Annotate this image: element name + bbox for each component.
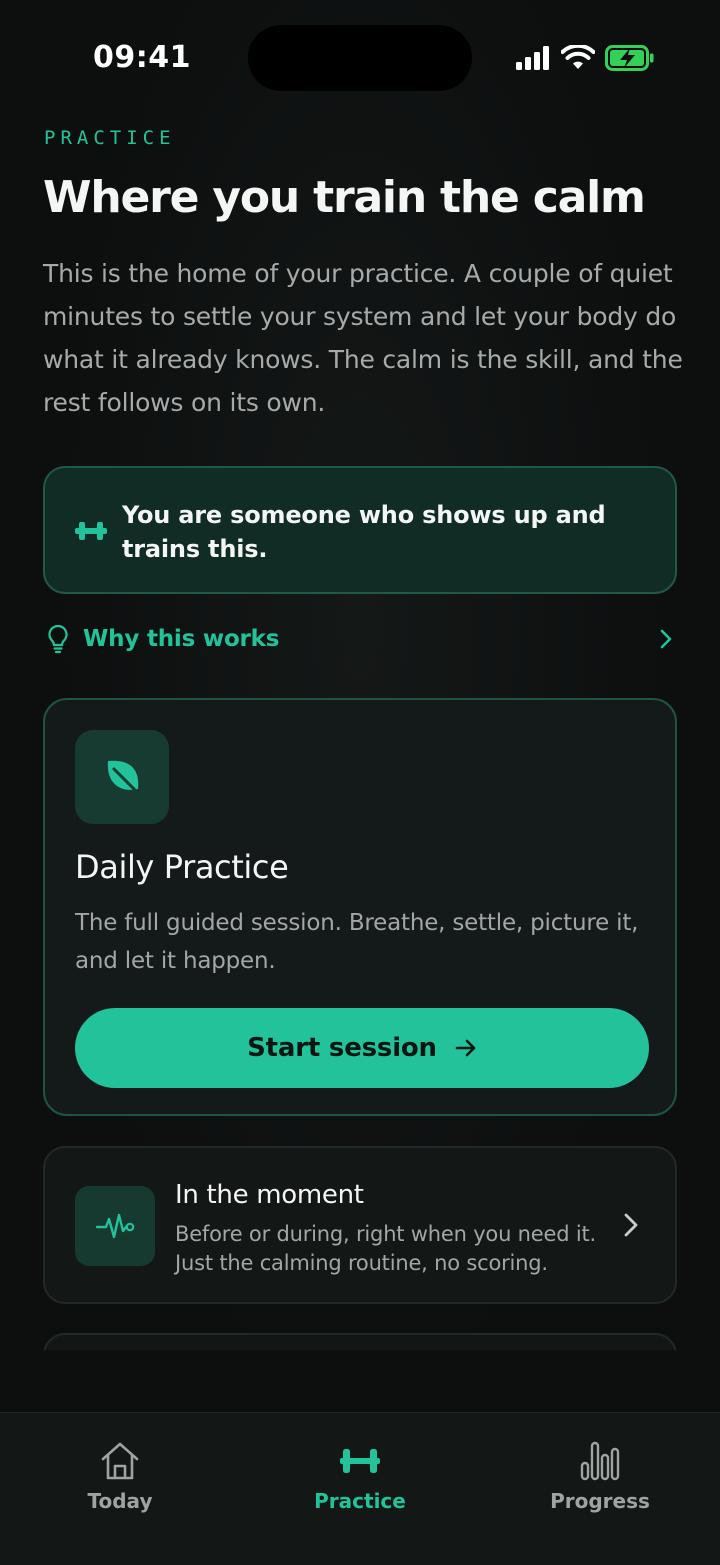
battery-charging-icon bbox=[605, 45, 654, 71]
intro-paragraph: This is the home of your practice. A cou… bbox=[43, 259, 683, 417]
status-icons bbox=[515, 42, 655, 74]
bottom-tab-bar: Today Practice Progress bbox=[0, 1412, 720, 1565]
start-session-button[interactable]: Start session bbox=[75, 1008, 649, 1088]
in-the-moment-title: In the moment bbox=[175, 1180, 364, 1210]
tab-progress-label: Progress bbox=[550, 1489, 650, 1513]
chevron-right-icon bbox=[659, 628, 673, 654]
leaf-icon-tile bbox=[75, 730, 169, 824]
tab-practice-label: Practice bbox=[314, 1489, 406, 1513]
scroll-fade bbox=[0, 1350, 720, 1412]
page-title: Where you train the calm bbox=[43, 172, 646, 223]
identity-card: You are someone who shows up and trains … bbox=[43, 466, 677, 594]
identity-statement: You are someone who shows up and trains … bbox=[122, 501, 606, 563]
tab-today-label: Today bbox=[87, 1489, 153, 1513]
why-this-works-label: Why this works bbox=[83, 626, 280, 652]
pulse-icon-tile bbox=[75, 1186, 155, 1266]
home-icon bbox=[101, 1442, 139, 1480]
in-the-moment-card[interactable]: In the moment Before or during, right wh… bbox=[43, 1146, 677, 1304]
lightbulb-icon bbox=[47, 624, 69, 658]
daily-practice-card: Daily Practice The full guided session. … bbox=[43, 698, 677, 1116]
tab-progress[interactable]: Progress bbox=[480, 1413, 720, 1523]
practice-screen: 09:41 PRACTICE Where you train the calm … bbox=[0, 0, 720, 1565]
cellular-signal-icon bbox=[516, 46, 549, 70]
dumbbell-icon bbox=[75, 518, 107, 548]
tab-today[interactable]: Today bbox=[0, 1413, 240, 1523]
daily-practice-description: The full guided session. Breathe, settle… bbox=[75, 910, 639, 974]
chevron-right-icon bbox=[623, 1212, 639, 1242]
dynamic-island bbox=[248, 25, 472, 91]
bar-chart-icon bbox=[580, 1441, 620, 1481]
leaf-icon bbox=[107, 760, 142, 797]
start-session-label: Start session bbox=[247, 1033, 437, 1063]
wifi-icon bbox=[561, 45, 595, 69]
tab-practice[interactable]: Practice bbox=[240, 1413, 480, 1523]
status-time: 09:41 bbox=[93, 40, 191, 75]
pulse-icon bbox=[95, 1213, 135, 1239]
status-bar: 09:41 bbox=[0, 0, 720, 110]
arrow-right-icon bbox=[455, 1039, 476, 1057]
in-the-moment-description: Before or during, right when you need it… bbox=[175, 1222, 596, 1275]
dumbbell-icon bbox=[340, 1449, 380, 1473]
daily-practice-title: Daily Practice bbox=[75, 848, 289, 886]
why-this-works-link[interactable]: Why this works bbox=[43, 620, 677, 660]
section-eyebrow: PRACTICE bbox=[44, 127, 176, 149]
